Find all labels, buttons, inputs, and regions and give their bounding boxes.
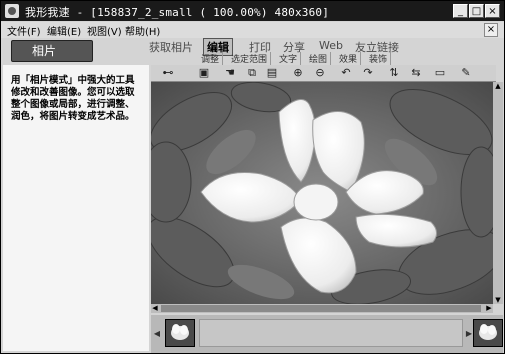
menu-edit[interactable]: 编辑(E) [47,23,81,38]
app-icon[interactable] [5,4,19,18]
subtab-adjust[interactable]: 调整 [201,52,224,65]
filmstrip: ◀ ▶ [151,315,503,353]
zoom-out-icon[interactable]: ⊖ [313,66,327,80]
subtab-decorate[interactable]: 装饰 [369,52,392,65]
menu-bar: 文件(F) 编辑(E) 视图(V) 帮助(H) × [1,22,504,38]
filmstrip-track[interactable] [199,319,463,347]
frame-icon[interactable]: ▭ [433,66,447,80]
menu-view[interactable]: 视图(V) [87,23,122,38]
minimize-button[interactable]: _ [453,4,468,18]
title-bar[interactable]: 我形我速 - [158837_2_small ( 100.00%) 480x36… [1,1,504,21]
redo-icon[interactable]: ↷ [361,66,375,80]
scroll-down-icon[interactable]: ▼ [494,296,502,304]
subtab-text[interactable]: 文字 [279,52,302,65]
undo-icon[interactable]: ↶ [339,66,353,80]
paste-icon[interactable]: ▤ [265,66,279,80]
hand-icon[interactable]: ☚ [223,66,237,80]
app-window: 我形我速 - [158837_2_small ( 100.00%) 480x36… [0,0,505,354]
filmstrip-left-icon[interactable]: ◀ [153,325,161,343]
flip-vertical-icon[interactable]: ⇅ [387,66,401,80]
vertical-scrollbar[interactable]: ▲ ▼ [493,82,503,304]
slider-icon[interactable]: ⊷ [153,66,183,80]
document-close-button[interactable]: × [484,23,498,37]
document-title: - [158837_2_small ( 100.00%) 480x360] [76,6,330,19]
tab-web[interactable]: Web [319,39,343,52]
photo-thumbnail[interactable] [165,319,195,347]
close-button[interactable]: × [485,4,500,18]
menu-help[interactable]: 帮助(H) [125,23,160,38]
thumbnail-image-2 [474,320,502,346]
wand-icon[interactable]: ✎ [459,66,473,80]
tab-get-photo[interactable]: 获取相片 [149,39,193,55]
subtab-effects[interactable]: 效果 [339,52,362,65]
subtab-select-range[interactable]: 选定范围 [231,52,272,65]
photo-mode-label: 相片 [32,44,57,58]
menu-file[interactable]: 文件(F) [7,23,41,38]
zoom-in-icon[interactable]: ⊕ [291,66,305,80]
maximize-button[interactable]: □ [469,4,484,18]
edit-toolbar: ⊷ ▣ ☚ ⧉ ▤ ⊕ ⊖ ↶ ↷ ⇅ ⇆ ▭ ✎ [151,65,496,82]
subtab-draw[interactable]: 绘图 [309,52,332,65]
horizontal-scrollbar[interactable]: ◀ ▶ [151,304,493,313]
scroll-right-icon[interactable]: ▶ [485,304,493,313]
photo-canvas[interactable] [151,82,493,304]
scrollbar-thumb[interactable] [161,305,481,312]
save-icon[interactable]: ▣ [197,66,211,80]
gardenia-photo [151,82,493,304]
scroll-up-icon[interactable]: ▲ [494,82,502,90]
filmstrip-right-icon[interactable]: ▶ [465,325,473,343]
app-name: 我形我速 [25,6,70,19]
photo-thumbnail-2[interactable] [473,319,503,347]
scroll-left-icon[interactable]: ◀ [151,304,159,313]
window-controls: _ □ × [453,4,500,18]
window-title: 我形我速 - [158837_2_small ( 100.00%) 480x36… [25,4,329,20]
copy-icon[interactable]: ⧉ [245,66,259,80]
thumbnail-image [166,320,194,346]
description-panel: 用「相片模式」中强大的工具修改和改善图像。您可以选取整个图像或局部，进行调整、润… [3,65,149,351]
photo-mode-tab[interactable]: 相片 [11,40,93,62]
flip-horizontal-icon[interactable]: ⇆ [409,66,423,80]
mode-description: 用「相片模式」中强大的工具修改和改善图像。您可以选取整个图像或局部，进行调整、润… [11,75,135,122]
